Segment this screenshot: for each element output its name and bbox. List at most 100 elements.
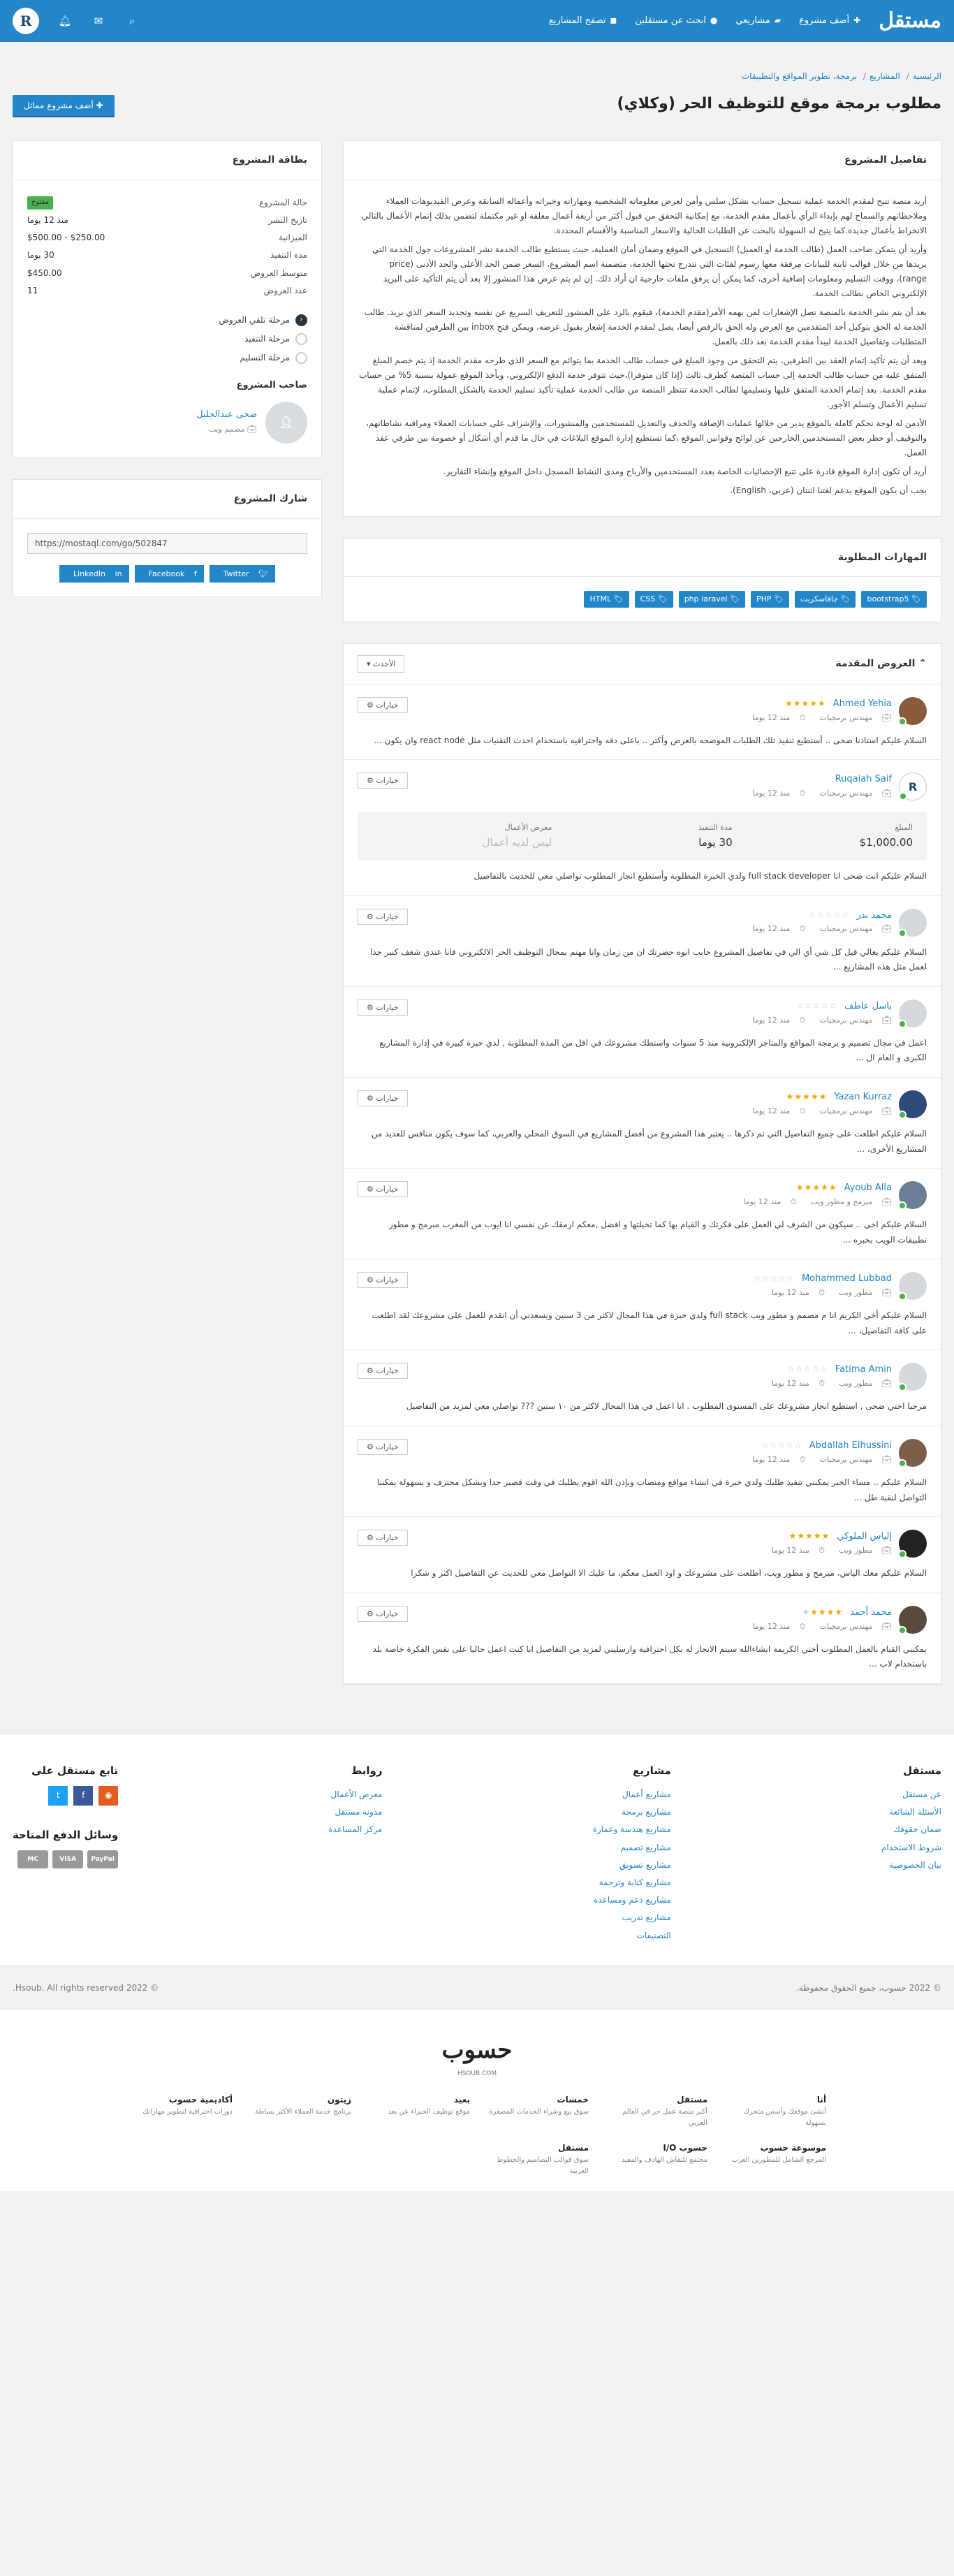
product-desc: المرجع الشامل للمطورين العرب: [731, 2156, 826, 2165]
skill-tag[interactable]: 🏷︎ bootstrap5: [861, 591, 927, 608]
offer-role: 💼︎ مهندس برمجيات: [819, 789, 892, 798]
nav-my-projects[interactable]: ▰ مشاريعي: [735, 14, 781, 29]
description-paragraph: وبعد أن يتم تأكيد إتمام العقد بين الطرفي…: [358, 355, 927, 409]
nav-browse-projects[interactable]: ◼ تصفح المشاريع: [549, 14, 617, 29]
offer-options-button[interactable]: خيارات ⚙: [358, 696, 408, 713]
offer-author-name[interactable]: Ahmed Yehia: [833, 697, 892, 712]
skill-tag[interactable]: 🏷︎ php laravel: [678, 591, 745, 608]
footer-link[interactable]: ضمان حقوقك: [881, 1821, 941, 1838]
offer-options-button[interactable]: خيارات ⚙: [358, 773, 408, 789]
hsoub-product[interactable]: زيتون برنامج خدمة العملاء الأكثر بساطة: [247, 2093, 351, 2129]
product-title: خمسات: [557, 2094, 589, 2105]
footer-link[interactable]: التصنيفات: [593, 1927, 671, 1945]
owner-avatar[interactable]: 👤︎: [265, 402, 307, 444]
breadcrumb-home[interactable]: الرئيسية: [913, 71, 941, 81]
hsoub-product[interactable]: خمسات سوق بيع وشراء الخدمات المصغرة: [484, 2093, 589, 2129]
twitter-icon[interactable]: t: [48, 1786, 68, 1806]
hsoub-product[interactable]: حسوب I/O مجتمع للنقاش الهادف والمفيد: [603, 2142, 707, 2177]
clock-icon: ⏱︎: [797, 789, 806, 798]
owner-name[interactable]: ضحى عبدالجليل: [196, 408, 257, 423]
facebook-icon[interactable]: f: [73, 1786, 94, 1806]
offer-avatar[interactable]: [898, 908, 927, 937]
offer-author-name[interactable]: إلياس الملوكي: [837, 1530, 892, 1544]
offer-options-button[interactable]: خيارات ⚙: [358, 999, 408, 1016]
offer-avatar[interactable]: [898, 1605, 927, 1634]
rss-icon[interactable]: ◉: [98, 1786, 119, 1806]
offer-options-button[interactable]: خيارات ⚙: [358, 908, 408, 925]
offer-options-button[interactable]: خيارات ⚙: [358, 1439, 408, 1456]
hsoub-product[interactable]: أنا أنشئ موقعك وأسس متجرك بسهولة: [721, 2093, 826, 2129]
footer-link[interactable]: مشاريع تدريب: [593, 1909, 671, 1926]
hsoub-logo[interactable]: حسوب: [0, 2031, 954, 2069]
nav-add-project[interactable]: ✚ أضف مشروع: [799, 14, 860, 29]
sort-dropdown[interactable]: الأحدث ▾: [358, 654, 405, 673]
bell-icon[interactable]: 🔔︎: [57, 13, 73, 29]
hsoub-product[interactable]: أكاديمية حسوب دورات احترافية لتطوير مهارا…: [128, 2093, 233, 2129]
offer-avatar[interactable]: [898, 696, 927, 726]
offer-avatar[interactable]: [898, 999, 927, 1028]
mail-icon[interactable]: ✉: [91, 13, 106, 29]
footer-link[interactable]: مركز المساعدة: [328, 1821, 382, 1838]
footer-link[interactable]: مشاريع تسويق: [593, 1857, 671, 1874]
offer-avatar[interactable]: [898, 1090, 927, 1119]
rating-stars: ☆☆☆☆☆: [808, 909, 850, 920]
offer-author-name[interactable]: محمد بدر: [856, 909, 892, 923]
rating-stars: ☆☆☆☆☆: [787, 1364, 828, 1375]
offer-avatar[interactable]: [898, 1272, 927, 1301]
offer-avatar[interactable]: [898, 1530, 927, 1559]
facebook-share-button[interactable]: Facebook f: [134, 564, 204, 583]
breadcrumb-projects[interactable]: المشاريع: [869, 71, 900, 81]
offer-options-button[interactable]: خيارات ⚙: [358, 1530, 408, 1546]
offer-avatar[interactable]: [898, 1363, 927, 1392]
offer-author-name[interactable]: Ruqaiah Saif: [835, 773, 892, 787]
offer-author-name[interactable]: Yazan Kurraz: [834, 1090, 892, 1105]
offer-options-button[interactable]: خيارات ⚙: [358, 1181, 408, 1198]
share-url-input[interactable]: [27, 532, 307, 554]
offer-avatar[interactable]: [898, 1181, 927, 1210]
footer-link[interactable]: عن مستقل: [881, 1786, 941, 1803]
product-desc: سوق قوالب التصاميم والخطوط العربية: [497, 2156, 589, 2176]
offer-author-name[interactable]: Fatima Amin: [835, 1363, 892, 1377]
offer-options-button[interactable]: خيارات ⚙: [358, 1272, 408, 1289]
skill-tag[interactable]: 🏷︎ جافاسكربت: [795, 591, 856, 608]
hsoub-product[interactable]: بعيد موقع توظيف الخبراء عن بعد: [365, 2093, 470, 2129]
offer-options-button[interactable]: خيارات ⚙: [358, 1363, 408, 1380]
footer-link[interactable]: مشاريع تصميم: [593, 1839, 670, 1857]
tag-icon: 🏷︎: [838, 594, 851, 604]
footer-link[interactable]: بيان الخصوصية: [881, 1857, 941, 1874]
twitter-share-button[interactable]: Twitter 🐦︎: [209, 564, 276, 583]
hsoub-product[interactable]: مستقل سوق قوالب التصاميم والخطوط العربية: [484, 2142, 589, 2177]
offer-author-name[interactable]: Abdallah Elhussini: [809, 1439, 892, 1454]
footer-link[interactable]: مشاريع أعمال: [593, 1786, 671, 1803]
offer-author-name[interactable]: Mohammed Lubbad: [802, 1272, 892, 1287]
footer-link[interactable]: الأسئلة الشائعة: [881, 1803, 941, 1821]
footer-link[interactable]: مشاريع دعم ومساعدة: [593, 1891, 671, 1909]
linkedin-share-button[interactable]: LinkedIn in: [59, 564, 129, 583]
search-icon[interactable]: ⌕: [124, 13, 140, 29]
user-avatar[interactable]: R: [13, 8, 39, 34]
footer-link[interactable]: معرض الأعمال: [328, 1786, 383, 1803]
footer-link[interactable]: مشاريع برمجة: [593, 1803, 671, 1821]
offer-time: ⏱︎ منذ 12 يوما: [752, 1106, 806, 1115]
footer-link[interactable]: مشاريع كتابة وترجمة: [593, 1874, 671, 1891]
footer-link[interactable]: مدونة مستقل: [328, 1803, 382, 1821]
skill-tag[interactable]: 🏷︎ HTML: [584, 591, 629, 608]
site-logo[interactable]: مستقل: [879, 4, 941, 38]
add-similar-project-button[interactable]: ✚ أضف مشروع مماثل: [13, 95, 115, 117]
offer-text: السلام عليكم انت ضحى انا full stack deve…: [474, 870, 927, 881]
skill-tag[interactable]: 🏷︎ PHP: [751, 591, 790, 608]
footer-link[interactable]: شروط الاستخدام: [881, 1839, 941, 1857]
hsoub-product[interactable]: موسوعة حسوب المرجع الشامل للمطورين العرب: [721, 2142, 826, 2177]
skill-tag[interactable]: 🏷︎ CSS: [634, 591, 673, 608]
footer-link[interactable]: مشاريع هندسة وعمارة: [593, 1821, 671, 1838]
breadcrumb-category[interactable]: برمجة، تطوير المواقع والتطبيقات: [742, 71, 857, 81]
hsoub-product[interactable]: مستقل أكبر منصة عمل حر في العالم العربي: [603, 2093, 707, 2129]
nav-find-freelancers[interactable]: ● ابحث عن مستقلين: [635, 14, 717, 29]
offer-options-button[interactable]: خيارات ⚙: [358, 1090, 408, 1106]
offer-author-name[interactable]: باسل عاطف: [844, 1000, 892, 1014]
offer-author-name[interactable]: محمد أحمد: [850, 1606, 892, 1620]
offer-options-button[interactable]: خيارات ⚙: [358, 1605, 408, 1622]
offer-avatar[interactable]: R: [899, 773, 927, 801]
offer-avatar[interactable]: [898, 1439, 927, 1468]
offer-author-name[interactable]: Ayoub Alla: [844, 1181, 892, 1196]
